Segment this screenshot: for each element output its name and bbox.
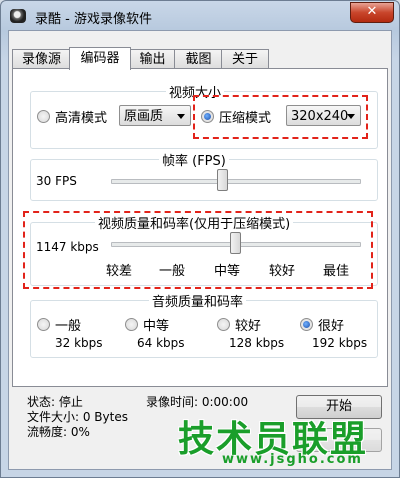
audio-radio-good[interactable]	[217, 318, 230, 331]
audio-radio-normal[interactable]	[37, 318, 50, 331]
audio-rate-good: 128 kbps	[229, 336, 285, 350]
highlight-box-compress	[193, 95, 368, 139]
audio-radio-medium[interactable]	[125, 318, 138, 331]
chevron-down-icon	[177, 114, 185, 119]
hd-mode-radio[interactable]	[37, 110, 50, 123]
hd-quality-select[interactable]: 原画质	[119, 105, 191, 126]
fps-value: 30 FPS	[36, 174, 77, 188]
fps-slider-thumb[interactable]	[217, 169, 229, 191]
title-bar[interactable]: 录酷 - 游戏录像软件 ✕	[1, 1, 399, 31]
fps-title: 帧率 (FPS)	[159, 150, 229, 169]
audio-radio-very-good[interactable]	[300, 318, 313, 331]
audio-label-good: 较好	[235, 319, 262, 334]
close-button[interactable]: ✕	[350, 2, 394, 23]
tab-output[interactable]: 输出	[129, 49, 176, 69]
audio-label-normal: 一般	[55, 319, 82, 334]
audio-label-very-good: 很好	[318, 319, 345, 334]
app-icon	[10, 9, 26, 23]
window-title: 录酷 - 游戏录像软件	[35, 12, 152, 27]
status-smoothness: 流畅度: 0%	[27, 425, 90, 439]
hd-quality-value: 原画质	[124, 109, 164, 124]
status-record-time: 录像时间: 0:00:00	[146, 395, 249, 409]
encoder-panel: 视频大小 高清模式 原画质 压缩模式 320x240 帧率 (FPS) 30 F…	[12, 68, 388, 387]
audio-quality-title: 音频质量和码率	[149, 291, 247, 310]
audio-rate-normal: 32 kbps	[55, 336, 103, 350]
watermark-url: www.jsgho.com	[222, 452, 363, 467]
tab-about[interactable]: 关于	[221, 49, 269, 69]
audio-rate-medium: 64 kbps	[137, 336, 185, 350]
audio-rate-very-good: 192 kbps	[312, 336, 368, 350]
tab-encoder[interactable]: 编码器	[69, 47, 131, 70]
audio-label-medium: 中等	[143, 319, 170, 334]
hd-mode-label: 高清模式	[55, 111, 108, 126]
fps-slider-track[interactable]	[111, 179, 361, 184]
tab-video-source[interactable]: 录像源	[12, 49, 71, 69]
highlight-box-video-quality	[23, 211, 373, 289]
tab-screenshot[interactable]: 截图	[174, 49, 223, 69]
